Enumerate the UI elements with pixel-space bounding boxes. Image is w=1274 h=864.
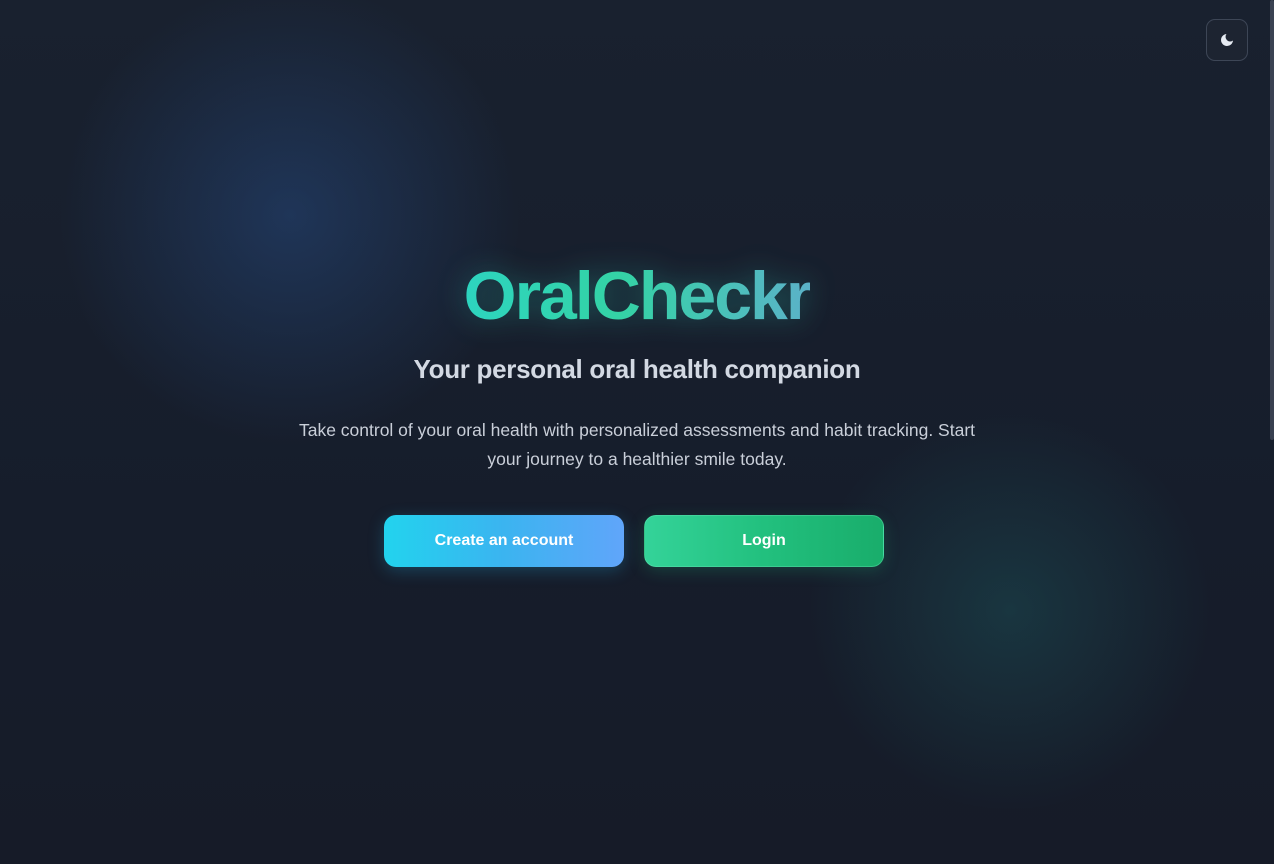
login-button[interactable]: Login: [644, 515, 884, 567]
app-title-text: OralCheckr: [463, 258, 813, 334]
create-account-button[interactable]: Create an account: [384, 515, 624, 567]
moon-icon: [1219, 32, 1235, 48]
app-title: OralCheckr: [0, 256, 1274, 336]
description-text: Take control of your oral health with pe…: [298, 420, 976, 469]
theme-toggle-button[interactable]: [1206, 19, 1248, 61]
tagline: Your personal oral health companion: [413, 354, 861, 384]
